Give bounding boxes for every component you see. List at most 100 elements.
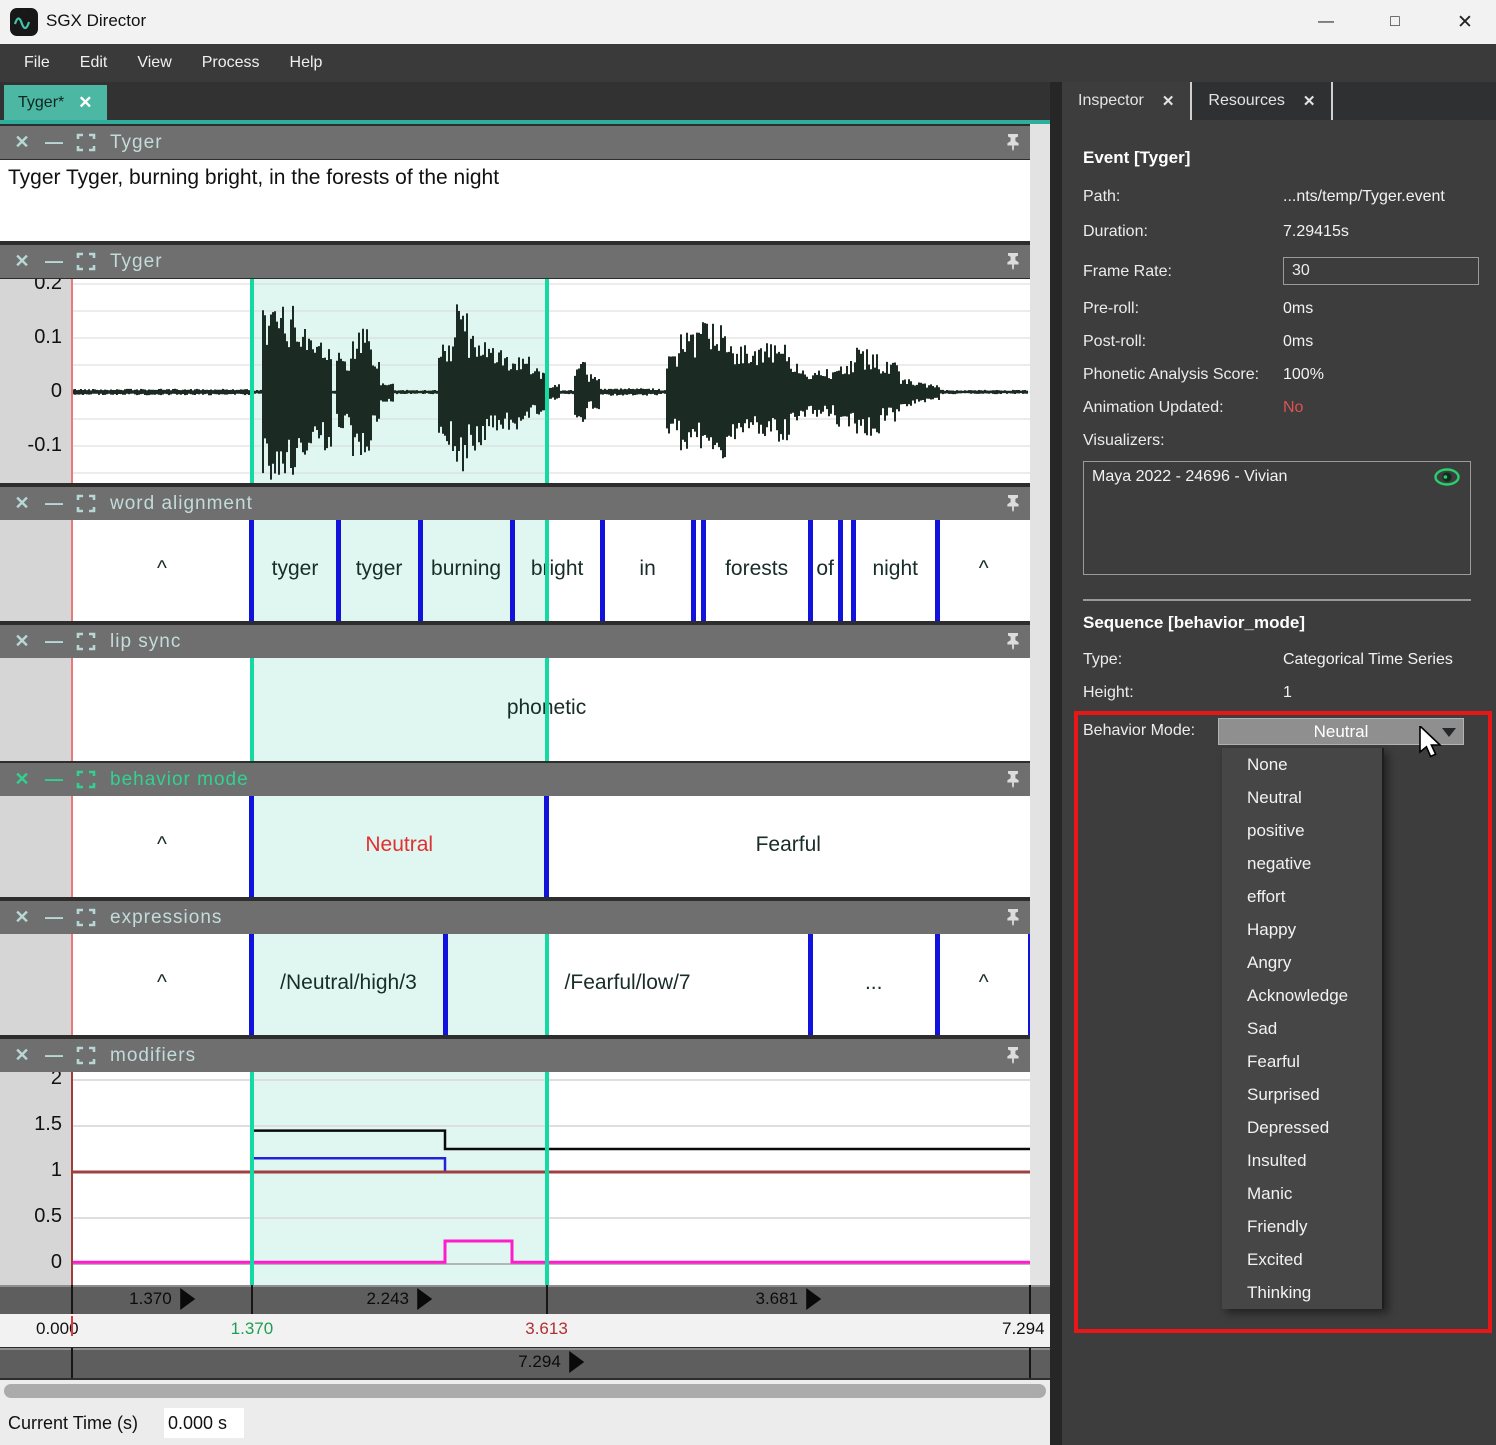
track-close-icon[interactable]: ✕ — [12, 1045, 32, 1066]
behavior-mode-dropdown[interactable]: Neutral — [1218, 718, 1464, 745]
track-expand-icon[interactable] — [76, 494, 96, 513]
segment-duration-label[interactable]: 2.243 — [366, 1288, 432, 1310]
track-minimize-icon[interactable]: — — [44, 493, 64, 514]
vertical-scrollbar[interactable] — [1030, 124, 1050, 1285]
pin-icon[interactable] — [1004, 632, 1022, 651]
current-time-input[interactable] — [164, 1408, 244, 1438]
track-content-segments-2[interactable]: ^tygertygerburningbrightinforestsofnight… — [0, 520, 1030, 621]
behavior-option-manic[interactable]: Manic — [1222, 1177, 1382, 1210]
tab-close-icon[interactable]: ✕ — [78, 93, 92, 113]
behavior-option-excited[interactable]: Excited — [1222, 1243, 1382, 1276]
word-boundary-line[interactable] — [600, 520, 605, 621]
visualizer-item[interactable]: Maya 2022 - 24696 - Vivian — [1092, 468, 1287, 486]
track-header-modifiers[interactable]: ✕—modifiers — [0, 1039, 1030, 1072]
track-content-segments-3[interactable]: phonetic — [0, 658, 1030, 761]
track-content-text-0[interactable]: Tyger Tyger, burning bright, in the fore… — [0, 160, 1030, 241]
play-segment-icon[interactable] — [569, 1351, 584, 1373]
tab-close-icon[interactable]: ✕ — [1162, 92, 1175, 110]
track-header-lip-sync[interactable]: ✕—lip sync — [0, 625, 1030, 658]
track-minimize-icon[interactable]: — — [44, 132, 64, 153]
track-content-plot-6[interactable]: 21.510.50 — [0, 1072, 1030, 1285]
word-boundary-line[interactable] — [249, 934, 254, 1035]
menu-view[interactable]: View — [137, 54, 171, 72]
track-close-icon[interactable]: ✕ — [12, 493, 32, 514]
segment-duration-label[interactable]: 3.681 — [755, 1288, 821, 1310]
behavior-option-friendly[interactable]: Friendly — [1222, 1210, 1382, 1243]
track-expand-icon[interactable] — [76, 1046, 96, 1065]
pin-icon[interactable] — [1004, 770, 1022, 789]
track-minimize-icon[interactable]: — — [44, 907, 64, 928]
word-boundary-line[interactable] — [510, 520, 515, 621]
word-boundary-line[interactable] — [249, 520, 254, 621]
minimize-button[interactable]: — — [1303, 6, 1349, 38]
menu-help[interactable]: Help — [290, 54, 323, 72]
word-boundary-line[interactable] — [418, 520, 423, 621]
timeline-segment-bar-top[interactable]: 1.370 2.243 3.681 — [0, 1285, 1050, 1314]
visualizers-list[interactable]: Maya 2022 - 24696 - Vivian — [1083, 461, 1471, 575]
behavior-option-sad[interactable]: Sad — [1222, 1012, 1382, 1045]
track-minimize-icon[interactable]: — — [44, 631, 64, 652]
pin-icon[interactable] — [1004, 133, 1022, 152]
frame-rate-input[interactable] — [1283, 257, 1479, 285]
pin-icon[interactable] — [1004, 1046, 1022, 1065]
pin-icon[interactable] — [1004, 494, 1022, 513]
word-boundary-line[interactable] — [249, 796, 254, 897]
word-boundary-line[interactable] — [701, 520, 706, 621]
behavior-option-angry[interactable]: Angry — [1222, 946, 1382, 979]
behavior-option-depressed[interactable]: Depressed — [1222, 1111, 1382, 1144]
behavior-option-negative[interactable]: negative — [1222, 847, 1382, 880]
play-segment-icon[interactable] — [417, 1288, 432, 1310]
visibility-eye-icon[interactable] — [1434, 468, 1460, 486]
tab-resources[interactable]: Resources✕ — [1192, 82, 1333, 120]
play-segment-icon[interactable] — [806, 1288, 821, 1310]
tab-inspector[interactable]: Inspector✕ — [1062, 82, 1192, 120]
track-close-icon[interactable]: ✕ — [12, 631, 32, 652]
word-boundary-line[interactable] — [935, 934, 940, 1035]
track-header-behavior-mode[interactable]: ✕—behavior mode — [0, 763, 1030, 796]
track-close-icon[interactable]: ✕ — [12, 251, 32, 272]
behavior-option-effort[interactable]: effort — [1222, 880, 1382, 913]
track-expand-icon[interactable] — [76, 770, 96, 789]
close-button[interactable]: ✕ — [1442, 6, 1488, 38]
word-boundary-line[interactable] — [808, 934, 813, 1035]
behavior-option-surprised[interactable]: Surprised — [1222, 1078, 1382, 1111]
timeline-segment-bar-bottom[interactable]: 7.294 — [0, 1348, 1050, 1378]
track-content-segments-4[interactable]: ^NeutralFearful — [0, 796, 1030, 897]
panel-splitter[interactable] — [1050, 82, 1062, 1445]
track-content-segments-5[interactable]: ^/Neutral/high/3/Fearful/low/7...^ — [0, 934, 1030, 1035]
track-expand-icon[interactable] — [76, 908, 96, 927]
menu-file[interactable]: File — [24, 54, 50, 72]
track-minimize-icon[interactable]: — — [44, 769, 64, 790]
track-close-icon[interactable]: ✕ — [12, 132, 32, 153]
pin-icon[interactable] — [1004, 252, 1022, 271]
track-close-icon[interactable]: ✕ — [12, 769, 32, 790]
track-minimize-icon[interactable]: — — [44, 251, 64, 272]
horizontal-scrollbar-thumb[interactable] — [4, 1384, 1046, 1398]
play-segment-icon[interactable] — [180, 1288, 195, 1310]
word-boundary-line[interactable] — [838, 520, 843, 621]
segment-duration-label[interactable]: 1.370 — [129, 1288, 195, 1310]
maximize-button[interactable]: □ — [1372, 6, 1418, 38]
word-boundary-line[interactable] — [544, 796, 549, 897]
word-boundary-line[interactable] — [691, 520, 696, 621]
behavior-option-positive[interactable]: positive — [1222, 814, 1382, 847]
track-header-Tyger[interactable]: ✕—Tyger — [0, 245, 1030, 278]
behavior-option-happy[interactable]: Happy — [1222, 913, 1382, 946]
track-content-waveform-1[interactable]: 0.20.10-0.1 — [0, 279, 1030, 483]
track-expand-icon[interactable] — [76, 632, 96, 651]
behavior-option-fearful[interactable]: Fearful — [1222, 1045, 1382, 1078]
timeline-scale[interactable]: 0.0001.3703.6137.294 — [0, 1314, 1050, 1347]
behavior-option-acknowledge[interactable]: Acknowledge — [1222, 979, 1382, 1012]
behavior-option-none[interactable]: None — [1222, 748, 1382, 781]
track-close-icon[interactable]: ✕ — [12, 907, 32, 928]
word-boundary-line[interactable] — [851, 520, 856, 621]
menu-process[interactable]: Process — [202, 54, 260, 72]
segment-duration-label[interactable]: 7.294 — [518, 1351, 584, 1373]
word-boundary-line[interactable] — [443, 934, 448, 1035]
behavior-option-insulted[interactable]: Insulted — [1222, 1144, 1382, 1177]
word-boundary-line[interactable] — [336, 520, 341, 621]
track-expand-icon[interactable] — [76, 252, 96, 271]
track-expand-icon[interactable] — [76, 133, 96, 152]
pin-icon[interactable] — [1004, 908, 1022, 927]
track-header-word-alignment[interactable]: ✕—word alignment — [0, 487, 1030, 520]
